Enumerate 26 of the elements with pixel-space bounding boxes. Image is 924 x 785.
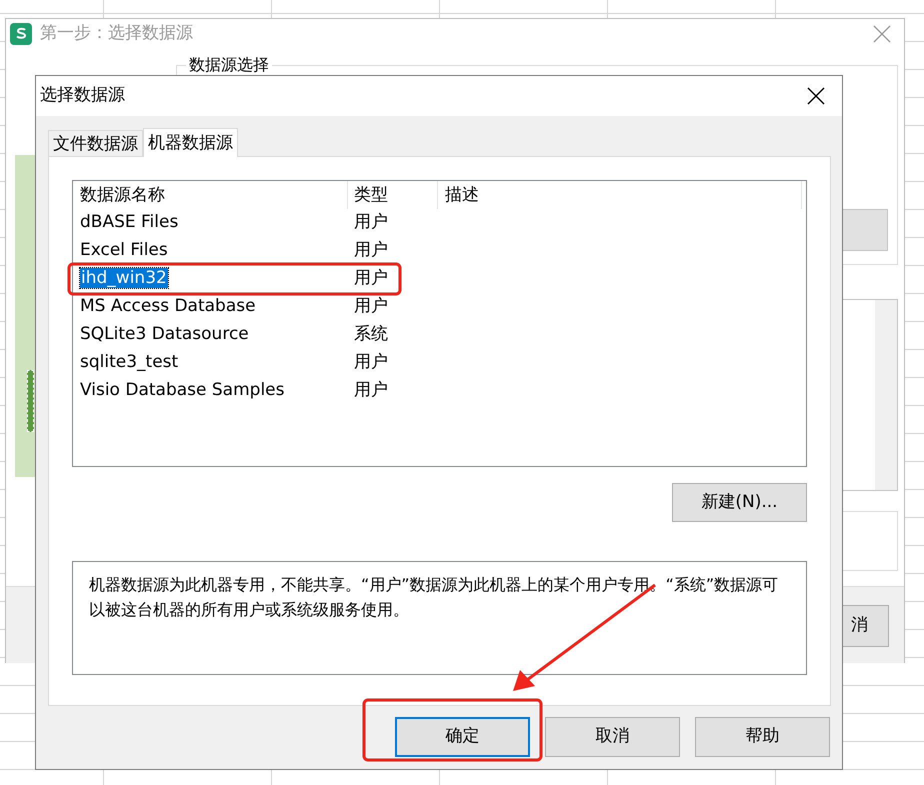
dialog-title: 选择数据源 [40,84,125,108]
data-source-type: 用户 [354,212,388,232]
data-source-type: 用户 [354,352,388,372]
data-source-name[interactable]: Visio Database Samples [80,380,284,400]
dialog-button[interactable]: 取消 [545,717,680,757]
data-source-type: 用户 [354,296,388,316]
tab[interactable]: 机器数据源 [143,128,238,157]
description-text: 机器数据源为此机器专用，不能共享。“用户”数据源为此机器上的某个用户专用。“系统”数据源可以被这台机器的所有用户或系统级服务使用。 [72,561,807,675]
column-header[interactable]: 类型 [348,181,438,209]
window-title: 第一步：选择数据源 [40,22,193,46]
data-source-type: 用户 [354,380,388,400]
data-source-name[interactable]: SQLite3 Datasource [80,324,249,344]
dialog-button[interactable]: 确定 [395,717,530,757]
data-source-type: 系统 [354,324,388,344]
data-source-type: 用户 [354,268,388,288]
column-header[interactable]: 数据源名称 [73,181,348,209]
data-source-name[interactable]: Excel Files [80,240,168,260]
new-button[interactable]: 新建(N)... [672,483,807,522]
data-source-name[interactable]: sqlite3_test [80,352,178,372]
data-source-type: 用户 [354,240,388,260]
data-source-name[interactable]: dBASE Files [80,212,178,232]
tab[interactable]: 文件数据源 [48,130,143,156]
column-header[interactable]: 描述 [438,181,802,209]
data-source-name[interactable]: ihd_win32 [80,268,168,288]
dialog-button[interactable]: 帮助 [695,717,830,757]
data-source-name[interactable]: MS Access Database [80,296,256,316]
